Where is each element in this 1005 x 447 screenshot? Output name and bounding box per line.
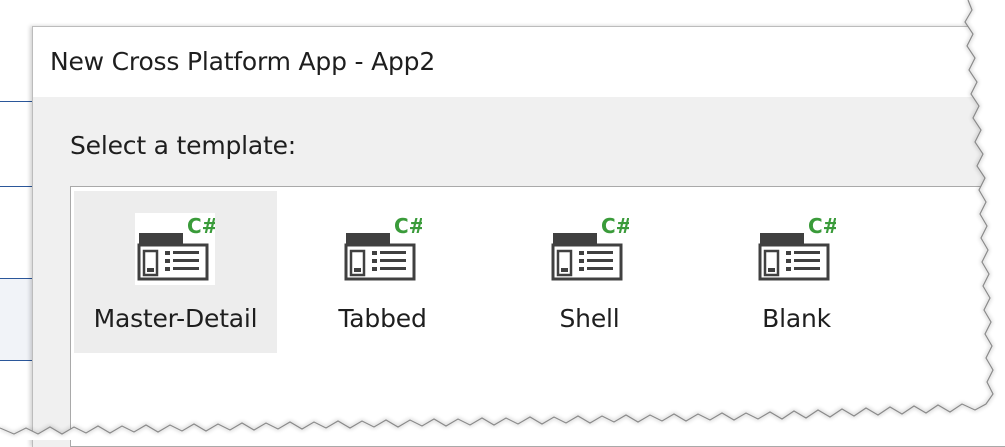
torn-edge-overlay: [0, 0, 1005, 440]
